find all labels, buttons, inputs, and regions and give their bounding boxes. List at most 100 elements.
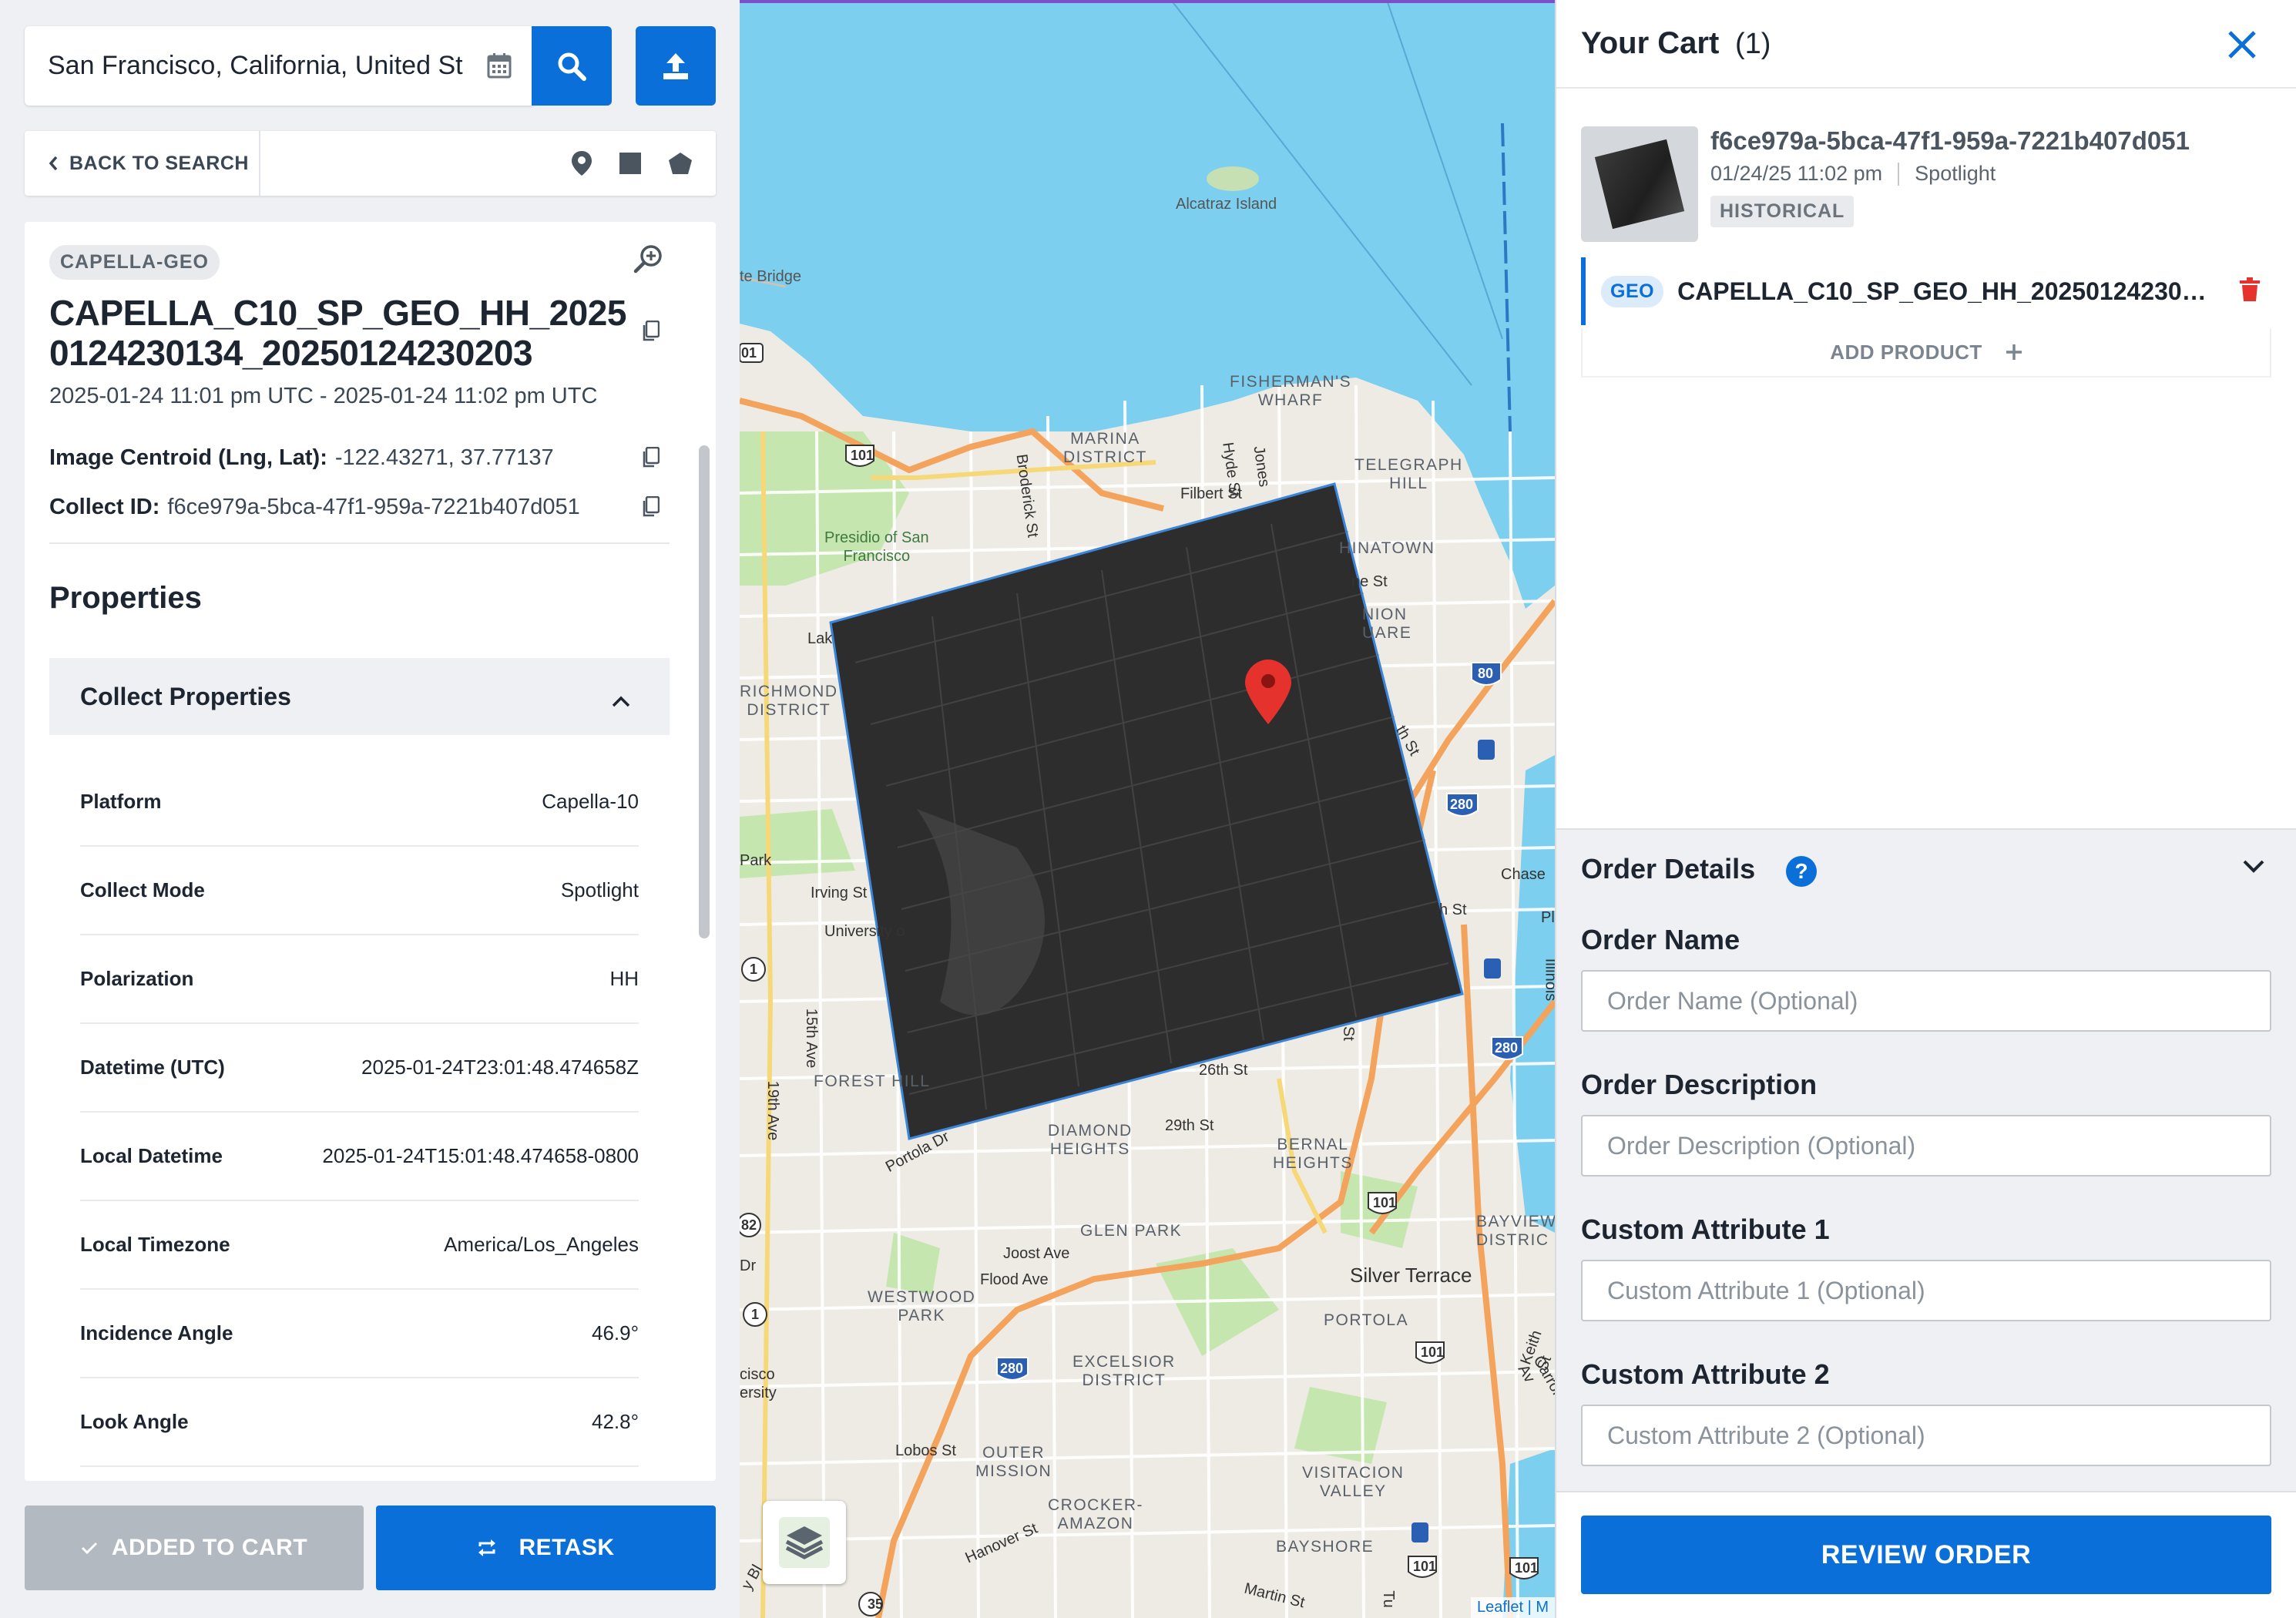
layers-button[interactable] — [763, 1501, 846, 1584]
close-icon[interactable] — [2227, 29, 2257, 64]
property-key: Polarization — [80, 967, 194, 990]
added-to-cart-label: ADDED TO CART — [111, 1535, 308, 1560]
order-description-label: Order Description — [1581, 1069, 1818, 1100]
retask-label: RETASK — [519, 1535, 615, 1560]
map-label-visitacion: VISITACION VALLEY — [1302, 1464, 1405, 1500]
map-label-illinois: Illinois — [1542, 958, 1555, 1002]
custom-attribute-1-input[interactable] — [1581, 1260, 2271, 1321]
retask-button[interactable]: RETASK — [376, 1506, 716, 1590]
property-value: 42.8° — [591, 1410, 639, 1433]
map-label-presidio: Presidio of San Francisco — [824, 529, 929, 565]
shield-label: 82 — [741, 1217, 757, 1233]
shield-label: 1 — [750, 962, 758, 977]
map-label-richmond: RICHMOND DISTRICT — [740, 683, 838, 719]
help-icon[interactable]: ? — [1786, 856, 1817, 887]
map-label-bayshore: BAYSHORE — [1276, 1538, 1375, 1556]
property-key: Platform — [80, 790, 162, 813]
property-row: Platform Capella-10 — [80, 758, 639, 847]
centroid-value: -122.43271, 37.77137 — [334, 445, 554, 470]
cart-title: Your Cart — [1581, 26, 1720, 60]
rectangle-draw-icon[interactable] — [619, 152, 642, 175]
map-label-h-st: h St — [1439, 901, 1467, 918]
custom-attribute-2-input[interactable] — [1581, 1405, 2271, 1466]
back-to-search-button[interactable]: BACK TO SEARCH — [25, 131, 260, 196]
cart-item-mode: Spotlight — [1915, 162, 1996, 185]
chevron-left-icon — [49, 156, 58, 171]
property-row: Look Angle 42.8° — [80, 1378, 639, 1467]
search-input[interactable] — [48, 51, 464, 81]
map-label-silver: Silver Terrace — [1350, 1264, 1472, 1287]
cart-header: Your Cart (1) — [1556, 0, 2296, 89]
property-value: Spotlight — [560, 878, 639, 901]
property-row: Local Timezone America/Los_Angeles — [80, 1201, 639, 1290]
search-icon — [558, 52, 586, 81]
property-key: Datetime (UTC) — [80, 1056, 225, 1079]
added-to-cart-button[interactable]: ADDED TO CART — [25, 1506, 364, 1590]
search-toolbar: BACK TO SEARCH — [25, 131, 716, 196]
collect-properties-accordion[interactable]: Collect Properties — [49, 658, 670, 735]
property-value: HH — [609, 967, 639, 990]
zoom-to-icon[interactable] — [633, 243, 664, 278]
property-value: 46.9° — [591, 1321, 639, 1344]
property-row: Polarization HH — [80, 935, 639, 1024]
property-key: Incidence Angle — [80, 1321, 233, 1344]
cart-item-meta: 01/24/25 11:02 pm Spotlight — [1710, 162, 1996, 186]
map-label-park: Park — [740, 852, 772, 869]
meta-separator — [1898, 162, 1900, 186]
map-label-diamond: DIAMOND HEIGHTS — [1048, 1122, 1133, 1158]
chevron-down-icon[interactable] — [2242, 859, 2265, 877]
map-label-pl: Pl — [1541, 909, 1555, 926]
shield-label: 280 — [1450, 797, 1474, 812]
cart-item-date: 01/24/25 11:02 pm — [1710, 162, 1883, 185]
map-label-bernal: BERNAL HEIGHTS — [1273, 1136, 1353, 1172]
left-panel: BACK TO SEARCH CAPELLA-GEO CAPELLA_C10_S… — [0, 0, 740, 1618]
shield-label: 101 — [1421, 1344, 1445, 1360]
review-order-button[interactable]: REVIEW ORDER — [1581, 1516, 2271, 1594]
trash-icon[interactable] — [2239, 277, 2261, 306]
map-attribution[interactable]: Leaflet | M — [1470, 1597, 1555, 1618]
polygon-draw-icon[interactable] — [668, 152, 693, 175]
map-label-crocker: CROCKER- AMAZON — [1048, 1496, 1144, 1532]
map-label-chase: Chase — [1501, 866, 1546, 883]
divider — [49, 542, 670, 544]
property-value: Capella-10 — [542, 790, 639, 813]
search-box — [25, 26, 533, 106]
copy-centroid-icon[interactable] — [641, 446, 660, 472]
collect-id-label: Collect ID: — [49, 495, 160, 519]
shield-label: 101 — [1373, 1195, 1397, 1210]
map-label-lobos: Lobos St — [895, 1442, 956, 1459]
copy-collect-id-icon[interactable] — [641, 495, 660, 522]
order-name-input[interactable] — [1581, 970, 2271, 1032]
cart-item-id[interactable]: f6ce979a-5bca-47f1-959a-7221b407d051 — [1710, 126, 2190, 156]
upload-button[interactable] — [636, 26, 716, 106]
cart-item-thumbnail — [1581, 126, 1698, 242]
search-button[interactable] — [532, 26, 612, 106]
map-view[interactable]: 101 101 101 101 101 80 280 280 280 1 1 3… — [740, 0, 1555, 1618]
geo-badge: GEO — [1601, 275, 1664, 307]
order-description-input[interactable] — [1581, 1115, 2271, 1177]
shield-label: 80 — [1478, 666, 1494, 681]
pin-draw-icon[interactable] — [571, 150, 592, 176]
shield-label: 1 — [751, 1307, 760, 1322]
shield-label: 101 — [1413, 1559, 1437, 1574]
add-product-button[interactable]: ADD PRODUCT — [1581, 328, 2271, 378]
shield-label: 280 — [1495, 1040, 1519, 1056]
property-row: Incidence Angle 46.9° — [80, 1290, 639, 1378]
copy-title-icon[interactable] — [641, 320, 660, 346]
map-label-forest-hill: FOREST HILL — [814, 1073, 931, 1090]
detail-scrollbar[interactable] — [699, 445, 710, 938]
map-label-st: St — [1339, 1026, 1357, 1041]
property-key: Local Datetime — [80, 1144, 223, 1167]
historical-badge: HISTORICAL — [1710, 196, 1855, 227]
order-name-label: Order Name — [1581, 924, 1740, 955]
map-label-portola: PORTOLA — [1324, 1311, 1409, 1329]
map-label-29th: 29th St — [1165, 1117, 1214, 1134]
map-label-telegraph: TELEGRAPH HILL — [1354, 456, 1463, 492]
map-label-marina: MARINA DISTRICT — [1063, 430, 1147, 466]
map-label-union: NION UARE — [1362, 606, 1412, 642]
calendar-icon[interactable] — [487, 52, 512, 82]
map-label-university: University o — [824, 923, 905, 940]
shield-label: 280 — [1000, 1361, 1024, 1376]
properties-heading: Properties — [49, 581, 202, 615]
map-label-tu: Tu — [1379, 1590, 1397, 1608]
